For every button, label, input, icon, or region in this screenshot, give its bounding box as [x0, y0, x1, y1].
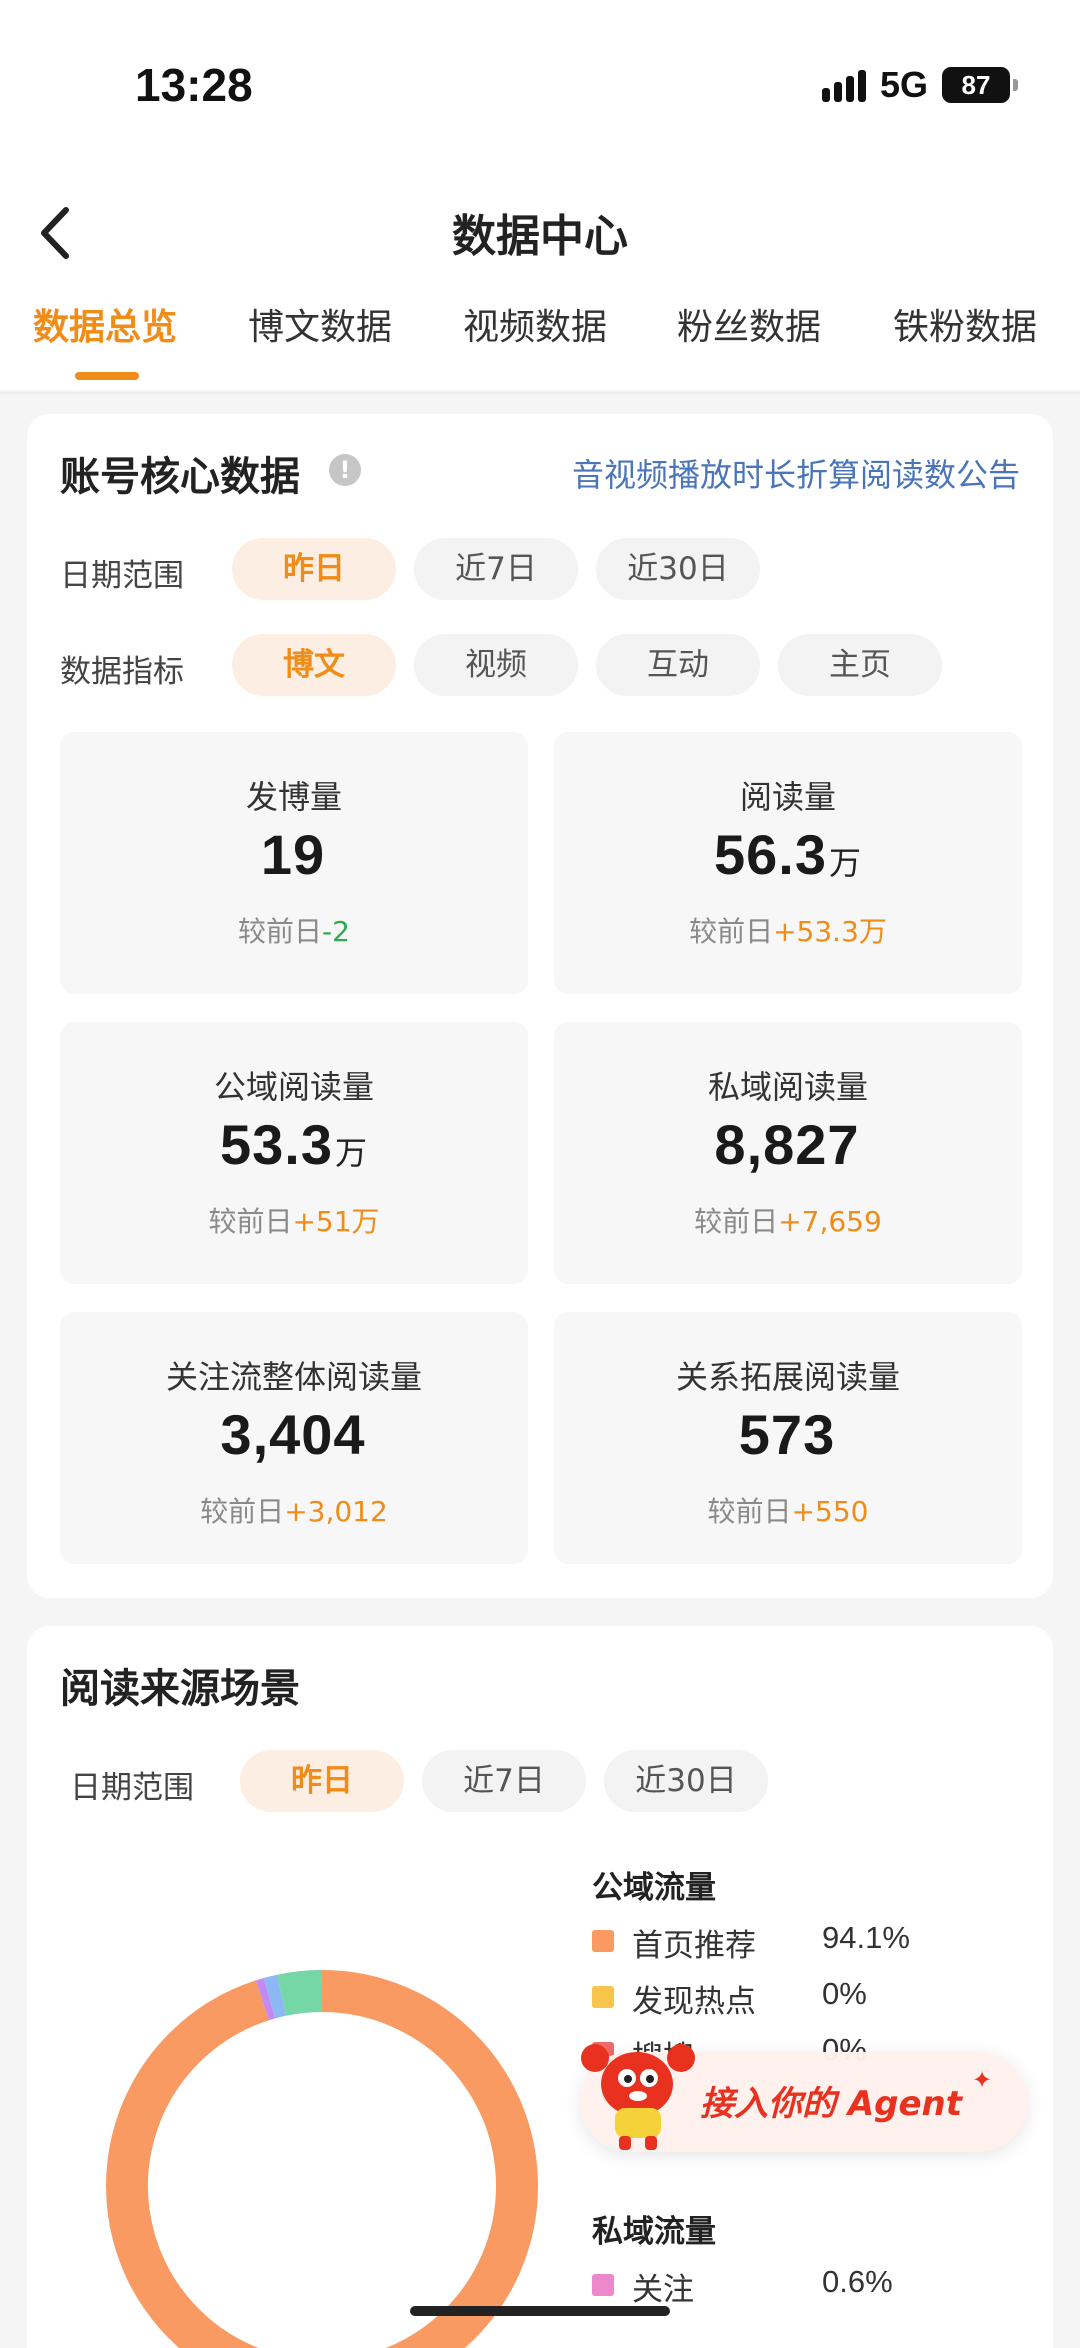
metric-filter: 数据指标 博文 视频 互动 主页 — [60, 634, 1020, 696]
sparkle-icon: ✦ — [972, 2066, 993, 2094]
section-title: 阅读来源场景 — [60, 1666, 300, 1712]
stat-follow-feed-reads[interactable]: 关注流整体阅读量 3,404 较前日+3,012 — [60, 1312, 528, 1564]
tab-iron-fans[interactable]: 铁粉数据 — [893, 298, 1037, 350]
chip-interaction[interactable]: 互动 — [596, 634, 760, 696]
divider — [0, 392, 1080, 394]
nav-bar: 数据中心 数据总览 博文数据 视频数据 粉丝数据 铁粉数据 — [0, 170, 1080, 390]
tab-bar: 数据总览 博文数据 视频数据 粉丝数据 铁粉数据 — [0, 290, 1080, 390]
stat-label: 阅读量 — [739, 778, 836, 816]
legend-group-private: 私域流量 — [592, 2214, 716, 2250]
stat-relation-reads[interactable]: 关系拓展阅读量 573 较前日+550 — [554, 1312, 1022, 1564]
tab-overview[interactable]: 数据总览 — [33, 298, 177, 350]
stat-compare: 较前日+550 — [707, 1495, 869, 1528]
donut-slice-0[interactable] — [106, 1970, 538, 2348]
agent-promo-label: 接入你的 Agent — [700, 2084, 963, 2124]
legend-swatch — [592, 2274, 614, 2296]
section-title: 账号核心数据 — [60, 454, 300, 500]
info-icon[interactable]: ! — [329, 454, 361, 486]
stat-change: +51万 — [292, 1205, 380, 1238]
donut-slice-1[interactable] — [255, 1977, 276, 2021]
core-data-card: 账号核心数据 ! 音视频播放时长折算阅读数公告 日期范围 昨日 近7日 近30日… — [27, 414, 1053, 1598]
stat-label: 关系拓展阅读量 — [675, 1358, 900, 1396]
network-label: 5G — [879, 64, 928, 105]
battery-icon: 87 — [942, 67, 1018, 103]
tab-posts[interactable]: 博文数据 — [248, 298, 392, 350]
stat-label: 发博量 — [245, 778, 342, 816]
chip-video[interactable]: 视频 — [414, 634, 578, 696]
stat-compare: 较前日-2 — [238, 915, 350, 948]
stat-value: 56.3万 — [713, 823, 862, 886]
legend-group-public: 公域流量 — [592, 1870, 716, 1906]
stat-posts[interactable]: 发博量 19 较前日-2 — [60, 732, 528, 994]
stat-label: 私域阅读量 — [707, 1068, 868, 1106]
stat-value: 3,404 — [220, 1403, 366, 1466]
stat-compare: 较前日+53.3万 — [689, 915, 887, 948]
stat-change: +3,012 — [284, 1495, 388, 1528]
stat-compare: 较前日+3,012 — [200, 1495, 388, 1528]
stat-private-reads[interactable]: 私域阅读量 8,827 较前日+7,659 — [554, 1022, 1022, 1284]
home-indicator — [410, 2306, 670, 2316]
date-filter: 日期范围 昨日 近7日 近30日 — [70, 1750, 1030, 1812]
battery-level: 87 — [961, 69, 991, 100]
chip-yesterday[interactable]: 昨日 — [240, 1750, 404, 1812]
donut-slice-3[interactable] — [277, 1970, 323, 2016]
stat-change: -2 — [322, 915, 350, 948]
stat-public-reads[interactable]: 公域阅读量 53.3万 较前日+51万 — [60, 1022, 528, 1284]
read-source-card: 阅读来源场景 日期范围 昨日 近7日 近30日 公域流量 首页推荐 94.1% … — [27, 1626, 1053, 2348]
legend-swatch — [592, 1986, 614, 2008]
stat-label: 关注流整体阅读量 — [165, 1358, 422, 1396]
page-title: 数据中心 — [452, 211, 628, 262]
filter-label: 日期范围 — [60, 558, 184, 594]
signal-icon — [821, 68, 866, 102]
chip-30-days[interactable]: 近30日 — [596, 538, 760, 600]
legend-swatch — [592, 1930, 614, 1952]
filter-label: 数据指标 — [60, 654, 184, 690]
stat-change: +550 — [791, 1495, 869, 1528]
stat-reads[interactable]: 阅读量 56.3万 较前日+53.3万 — [554, 732, 1022, 994]
chip-7-days[interactable]: 近7日 — [414, 538, 578, 600]
stat-label: 公域阅读量 — [213, 1068, 374, 1106]
filter-label: 日期范围 — [70, 1770, 194, 1806]
tab-video[interactable]: 视频数据 — [463, 298, 607, 350]
tab-indicator — [75, 372, 139, 380]
source-donut-chart[interactable] — [92, 1956, 552, 2348]
chip-homepage[interactable]: 主页 — [778, 634, 942, 696]
date-filter: 日期范围 昨日 近7日 近30日 — [60, 538, 1020, 600]
stat-value: 8,827 — [714, 1113, 860, 1176]
tab-fans[interactable]: 粉丝数据 — [677, 298, 821, 350]
stat-value: 573 — [738, 1403, 836, 1466]
stat-change: +7,659 — [778, 1205, 882, 1238]
chip-yesterday[interactable]: 昨日 — [232, 538, 396, 600]
status-indicators: 5G 87 — [821, 64, 1018, 106]
stat-change: +53.3万 — [773, 915, 887, 948]
stat-compare: 较前日+51万 — [208, 1205, 380, 1238]
status-time: 13:28 — [135, 59, 253, 111]
stat-value: 53.3万 — [219, 1113, 368, 1176]
stat-value: 19 — [260, 823, 326, 886]
mascot-lobster-icon — [581, 2044, 695, 2150]
chip-posts[interactable]: 博文 — [232, 634, 396, 696]
chip-30-days[interactable]: 近30日 — [604, 1750, 768, 1812]
notice-link[interactable]: 音视频播放时长折算阅读数公告 — [572, 450, 1020, 496]
status-bar: 13:28 5G 87 — [0, 0, 1080, 170]
donut-slice-2[interactable] — [263, 1974, 286, 2019]
chip-7-days[interactable]: 近7日 — [422, 1750, 586, 1812]
stat-compare: 较前日+7,659 — [694, 1205, 882, 1238]
